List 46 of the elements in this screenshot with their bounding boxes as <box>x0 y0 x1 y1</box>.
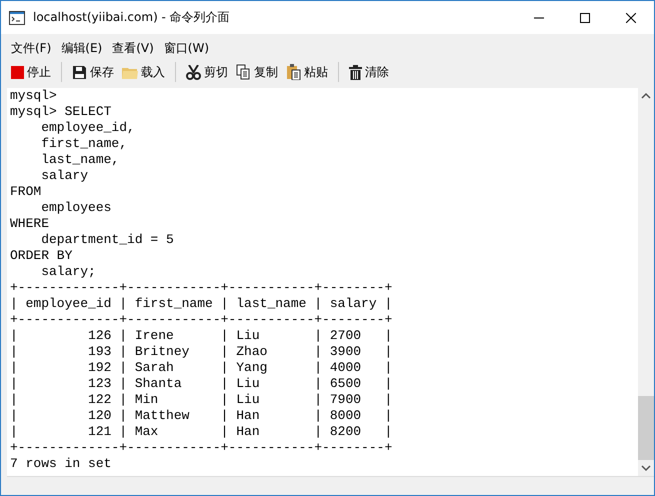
console-line: FROM <box>10 184 42 200</box>
console-line: first_name, <box>40 136 128 152</box>
console-line: salary; <box>40 264 97 280</box>
console-line: | 122 | Min | Liu | 7900 | <box>10 392 394 408</box>
scissors-icon <box>186 64 201 80</box>
console-line: | 126 | Irene | Liu | 2700 | <box>10 328 394 344</box>
console-line: employees <box>40 200 112 216</box>
console-line: | 123 | Shanta | Liu | 6500 | <box>10 376 394 392</box>
close-icon <box>626 12 636 22</box>
trash-icon <box>349 64 362 80</box>
menu-item[interactable]: 文件(F) <box>6 38 56 58</box>
console-line: | 193 | Britney | Zhao | 3900 | <box>10 344 394 360</box>
terminal-icon <box>9 10 25 24</box>
console-line: | employee_id | first_name | last_name | salary | <box>10 296 394 312</box>
console-line: | 121 | Max | Han | 8200 | <box>10 424 394 440</box>
console-line: salary <box>40 168 90 184</box>
console-line: | 192 | Sarah | Yang | 4000 | <box>10 360 394 376</box>
toolbar-button[interactable]: 复制 <box>232 62 282 82</box>
toolbar-button[interactable]: 粘贴 <box>282 62 332 82</box>
scroll-thumb[interactable] <box>638 396 654 460</box>
maximize-icon <box>580 12 590 22</box>
menu-item[interactable]: 窗口(W) <box>158 38 214 58</box>
window-title: localhost(yiibai.com) - 命令列介面 <box>33 9 231 26</box>
toolbar-button[interactable]: 剪切 <box>182 62 232 82</box>
copy-icon <box>236 64 251 80</box>
console-line: 7 rows in set <box>10 456 112 472</box>
console-line: WHERE <box>10 216 50 232</box>
paste-icon <box>286 64 301 80</box>
console-line: +-------------+------------+-----------+--------+ <box>10 312 394 328</box>
toolbar-button[interactable]: 保存 <box>68 62 118 82</box>
console-line: ORDER BY <box>10 248 74 264</box>
console-line: mysql> SELECT <box>10 104 112 120</box>
folder-icon <box>122 66 138 78</box>
toolbar-button[interactable]: 清除 <box>345 62 393 82</box>
console-line: | 120 | Matthew | Han | 8000 | <box>10 408 394 424</box>
console-line: employee_id, <box>40 120 136 136</box>
toolbar-button[interactable]: 载入 <box>118 62 169 82</box>
menu-item[interactable]: 编辑(E) <box>56 38 108 58</box>
toolbar-button[interactable]: 停止 <box>7 62 55 82</box>
console-line: last_name, <box>40 152 120 168</box>
console-line: mysql> <box>10 88 58 104</box>
stop-icon <box>11 66 24 78</box>
menu-item[interactable]: 查看(V) <box>107 38 159 58</box>
console-line: +-------------+------------+-----------+--------+ <box>10 280 394 296</box>
console-line: department_id = 5 <box>40 232 175 248</box>
console-line: +-------------+------------+-----------+--------+ <box>10 440 394 456</box>
